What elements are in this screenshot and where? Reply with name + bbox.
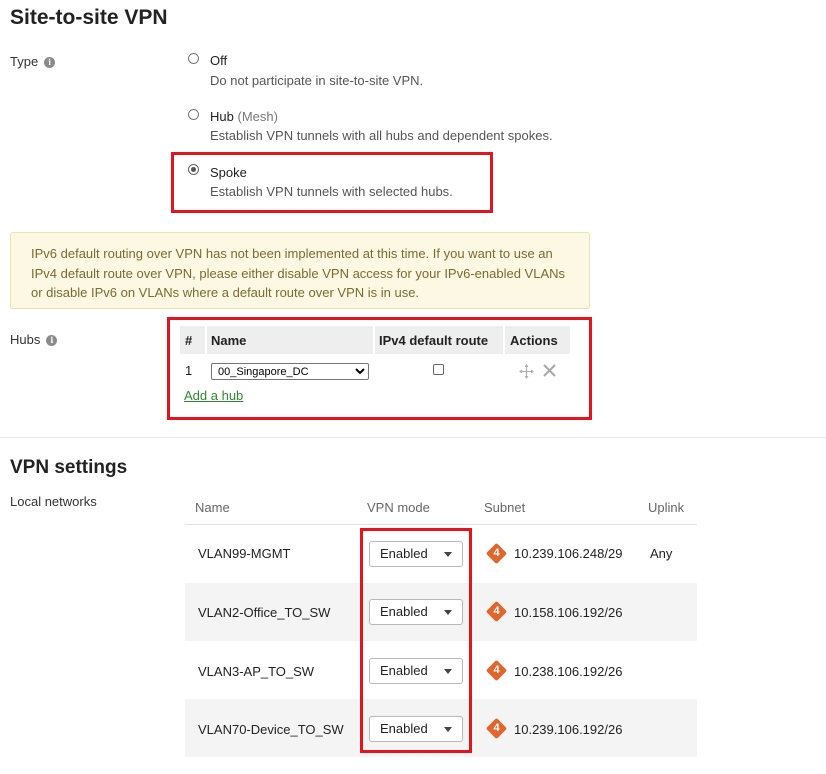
hubs-label: Hubs i — [10, 332, 58, 347]
hubs-col-name: Name — [211, 333, 247, 348]
type-label: Type i — [10, 54, 56, 69]
col-uplink: Uplink — [648, 500, 685, 515]
header-separator — [373, 326, 375, 354]
info-icon[interactable]: i — [44, 57, 56, 69]
network-name: VLAN99-MGMT — [198, 546, 291, 561]
page-title: Site-to-site VPN — [10, 6, 168, 29]
subnet-value: 10.158.106.192/26 — [514, 605, 623, 620]
header-separator — [503, 326, 505, 354]
network-name: VLAN3-AP_TO_SW — [198, 664, 315, 679]
ipv4-badge-icon: 4 — [485, 659, 508, 682]
network-name: VLAN2-Office_TO_SW — [198, 605, 331, 620]
ipv4-badge-label: 4 — [493, 605, 500, 617]
col-subnet: Subnet — [484, 500, 526, 515]
network-name: VLAN70-Device_TO_SW — [198, 722, 344, 737]
ipv4-default-route-checkbox[interactable] — [433, 364, 444, 375]
ipv4-badge-icon: 4 — [485, 600, 508, 623]
vpn-mode-highlight-box — [360, 528, 472, 753]
subnet-value: 10.238.106.192/26 — [514, 664, 623, 679]
subnet-value: 10.239.106.248/29 — [514, 546, 623, 561]
option-hub-suffix: (Mesh) — [237, 109, 278, 124]
subnet-value: 10.239.106.192/26 — [514, 722, 623, 737]
section-divider — [0, 437, 826, 438]
uplink-value: Any — [650, 546, 673, 561]
ipv4-badge-icon: 4 — [485, 717, 508, 740]
ipv4-badge-icon: 4 — [485, 542, 508, 565]
hub-name-select[interactable]: 00_Singapore_DC — [211, 363, 369, 380]
hubs-label-text: Hubs — [10, 332, 41, 347]
hubs-col-index: # — [185, 333, 193, 348]
close-icon[interactable] — [543, 364, 556, 380]
option-off-title: Off — [210, 53, 227, 68]
info-icon[interactable]: i — [46, 335, 58, 347]
option-spoke-description: Establish VPN tunnels with selected hubs… — [210, 184, 453, 199]
option-spoke-title: Spoke — [210, 165, 247, 180]
ipv4-badge-label: 4 — [493, 722, 500, 734]
radio-off[interactable] — [188, 53, 199, 64]
option-hub-title: Hub (Mesh) — [210, 109, 278, 124]
option-spoke-label: Spoke — [210, 165, 247, 180]
local-networks-label: Local networks — [10, 494, 97, 509]
col-name: Name — [195, 500, 230, 515]
hubs-col-actions: Actions — [510, 333, 558, 348]
option-off-label: Off — [210, 53, 228, 68]
add-hub-link[interactable]: Add a hub — [184, 388, 243, 403]
vpn-settings-title: VPN settings — [10, 457, 128, 478]
move-icon[interactable] — [519, 364, 534, 382]
hubs-col-ipv4-route: IPv4 default route — [379, 333, 489, 348]
header-separator — [205, 326, 207, 354]
hub-row-index: 1 — [185, 363, 193, 378]
ipv4-badge-label: 4 — [493, 547, 500, 559]
option-off-description: Do not participate in site-to-site VPN. — [210, 73, 424, 88]
type-label-text: Type — [10, 54, 39, 69]
option-hub-description: Establish VPN tunnels with all hubs and … — [210, 128, 553, 143]
ipv6-warning-banner: IPv6 default routing over VPN has not be… — [10, 232, 590, 309]
ipv4-badge-label: 4 — [493, 664, 500, 676]
option-hub-label: Hub — [210, 109, 234, 124]
spoke-highlight-box — [171, 152, 493, 213]
col-vpn-mode: VPN mode — [367, 500, 430, 515]
radio-spoke[interactable] — [188, 164, 199, 175]
radio-hub[interactable] — [188, 109, 199, 120]
